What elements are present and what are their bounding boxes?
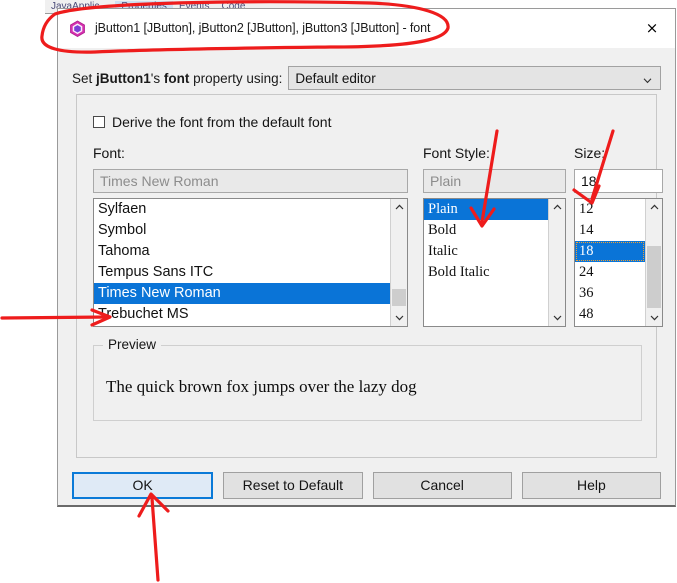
font-property-dialog: jButton1 [JButton], jButton2 [JButton], …: [57, 8, 676, 507]
dialog-title: jButton1 [JButton], jButton2 [JButton], …: [95, 21, 431, 35]
preview-text: The quick brown fox jumps over the lazy …: [106, 377, 417, 396]
scroll-down-icon[interactable]: [391, 309, 407, 326]
font-size-column: Size: 18 12 14 18 24 36 48: [574, 145, 663, 327]
font-style-list-scrollbar[interactable]: [548, 199, 565, 326]
netbeans-cube-icon: [69, 20, 86, 37]
editor-selector-row: Set jButton1's font property using: Defa…: [72, 66, 661, 90]
list-item[interactable]: 14: [575, 220, 645, 241]
list-item[interactable]: 36: [575, 283, 645, 304]
font-columns: Font: Times New Roman Sylfaen Symbol Tah…: [93, 145, 663, 335]
list-item-selected[interactable]: Times New Roman: [94, 283, 390, 304]
help-button[interactable]: Help: [521, 471, 661, 499]
editor-label-property: font: [163, 70, 190, 86]
chevron-down-icon: [643, 73, 652, 84]
list-item[interactable]: 12: [575, 199, 645, 220]
font-name-field[interactable]: Times New Roman: [93, 169, 408, 193]
scroll-down-icon[interactable]: [549, 309, 565, 326]
font-column: Font: Times New Roman Sylfaen Symbol Tah…: [93, 145, 408, 327]
list-item[interactable]: Trebuchet MS: [94, 304, 390, 325]
reset-to-default-button[interactable]: Reset to Default: [223, 471, 363, 499]
editor-label-prefix: Set: [72, 70, 97, 86]
dialog-body: Set jButton1's font property using: Defa…: [58, 48, 675, 508]
font-list-scroll-thumb[interactable]: [392, 289, 406, 306]
ok-button[interactable]: OK: [72, 471, 214, 499]
derive-font-row[interactable]: Derive the font from the default font: [93, 114, 331, 130]
list-item[interactable]: Tahoma: [94, 241, 390, 262]
editor-label-component: jButton1: [96, 70, 151, 86]
font-list-scrollbar[interactable]: [390, 199, 407, 326]
preview-group: Preview The quick brown fox jumps over t…: [93, 337, 642, 421]
scroll-up-icon[interactable]: [549, 199, 565, 216]
font-size-list-items: 12 14 18 24 36 48: [575, 199, 645, 326]
list-item-selected[interactable]: Plain: [424, 199, 548, 220]
cancel-button[interactable]: Cancel: [372, 471, 512, 499]
preview-legend: Preview: [103, 337, 162, 352]
font-label: Font:: [93, 145, 125, 161]
close-icon[interactable]: ×: [629, 9, 675, 46]
font-style-field[interactable]: Plain: [423, 169, 566, 193]
list-item[interactable]: 24: [575, 262, 645, 283]
list-item[interactable]: Bold: [424, 220, 548, 241]
font-list-items: Sylfaen Symbol Tahoma Tempus Sans ITC Ti…: [94, 199, 390, 326]
scroll-up-icon[interactable]: [391, 199, 407, 216]
font-listbox[interactable]: Sylfaen Symbol Tahoma Tempus Sans ITC Ti…: [93, 198, 408, 327]
font-size-label: Size:: [574, 145, 606, 161]
editor-label-suffix: property using:: [189, 70, 283, 86]
font-style-list-items: Plain Bold Italic Bold Italic: [424, 199, 548, 326]
font-size-listbox[interactable]: 12 14 18 24 36 48: [574, 198, 663, 327]
editor-dropdown-value: Default editor: [295, 70, 376, 86]
font-chooser-panel: Derive the font from the default font Fo…: [76, 94, 663, 458]
dialog-titlebar: jButton1 [JButton], jButton2 [JButton], …: [58, 9, 675, 48]
list-item[interactable]: Italic: [424, 241, 548, 262]
editor-selector-label: Set jButton1's font property using:: [72, 71, 282, 86]
list-item[interactable]: Tempus Sans ITC: [94, 262, 390, 283]
font-style-listbox[interactable]: Plain Bold Italic Bold Italic: [423, 198, 566, 327]
editor-label-middle: 's: [150, 70, 164, 86]
font-size-list-scrollbar[interactable]: [645, 199, 662, 326]
list-item-selected[interactable]: 18: [575, 241, 645, 262]
derive-font-checkbox[interactable]: [93, 116, 105, 128]
font-size-scroll-thumb[interactable]: [647, 246, 661, 308]
font-size-field[interactable]: 18: [574, 169, 663, 193]
font-style-column: Font Style: Plain Plain Bold Italic Bold…: [423, 145, 566, 327]
editor-dropdown[interactable]: Default editor: [288, 66, 661, 90]
scroll-up-icon[interactable]: [646, 199, 662, 216]
list-item[interactable]: Symbol: [94, 220, 390, 241]
dialog-button-bar: OK Reset to Default Cancel Help: [58, 462, 675, 508]
derive-font-label: Derive the font from the default font: [112, 114, 332, 130]
font-style-label: Font Style:: [423, 145, 490, 161]
scroll-down-icon[interactable]: [646, 309, 662, 326]
list-item[interactable]: Bold Italic: [424, 262, 548, 283]
list-item[interactable]: Sylfaen: [94, 199, 390, 220]
list-item[interactable]: 48: [575, 304, 645, 325]
